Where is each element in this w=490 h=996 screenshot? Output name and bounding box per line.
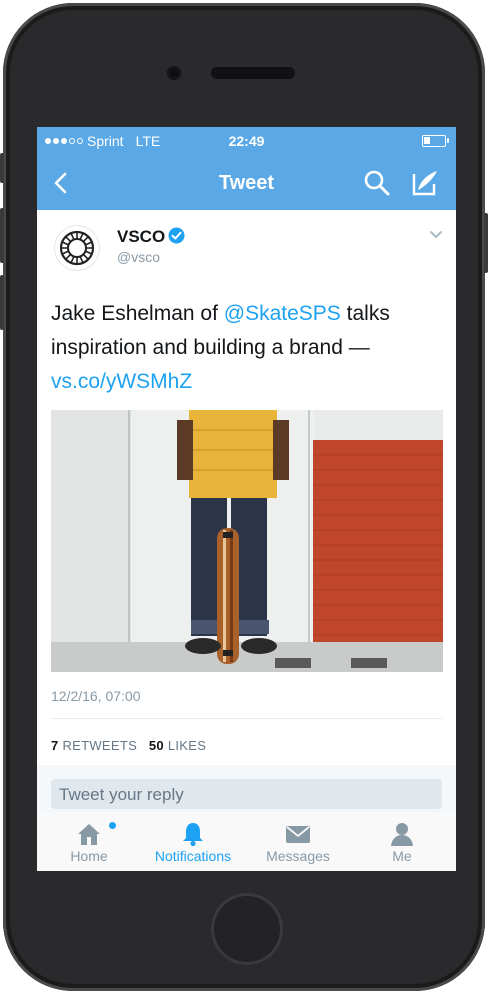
tab-label: Me — [392, 848, 412, 864]
tweet-text: Jake Eshelman of @SkateSPS talks inspira… — [51, 297, 446, 399]
power-button — [484, 213, 488, 273]
status-bar: Sprint LTE 22:49 — [37, 127, 456, 156]
front-camera — [167, 66, 181, 80]
tab-bar: Home Notifications Messages Me — [37, 813, 456, 871]
retweets-label: RETWEETS — [62, 738, 138, 753]
mention-link[interactable]: @SkateSPS — [224, 302, 341, 325]
tab-notifications[interactable]: Notifications — [141, 813, 245, 871]
chevron-down-icon[interactable] — [429, 230, 443, 240]
tab-label: Notifications — [154, 848, 232, 864]
reply-bar: Tweet your reply — [37, 765, 456, 813]
nav-bar: Tweet — [37, 156, 456, 210]
hardware-home-button[interactable] — [211, 893, 283, 965]
retweets-count: 7 — [51, 738, 59, 753]
envelope-icon — [286, 826, 310, 843]
tweet-text-part: Jake Eshelman of — [51, 302, 224, 325]
vsco-avatar[interactable] — [55, 226, 99, 270]
tweet-photo[interactable] — [51, 410, 443, 672]
mute-switch — [0, 153, 4, 183]
search-icon[interactable] — [363, 169, 391, 197]
status-time: 22:49 — [228, 133, 265, 149]
earpiece-speaker — [211, 67, 295, 79]
retweets-stat[interactable]: 7 RETWEETS — [51, 738, 137, 753]
url-link[interactable]: vs.co/yWSMhZ — [51, 370, 192, 393]
author-name[interactable]: VSCO — [117, 227, 165, 247]
screen: Sprint LTE 22:49 Tweet VSCO @vsco Jake E… — [37, 127, 456, 871]
volume-up-button — [0, 208, 4, 263]
volume-down-button — [0, 275, 4, 330]
page-title: Tweet — [218, 172, 275, 194]
tab-messages[interactable]: Messages — [246, 813, 350, 871]
compose-icon[interactable] — [410, 168, 440, 198]
reply-input[interactable]: Tweet your reply — [51, 779, 442, 809]
person-icon — [391, 823, 413, 846]
likes-count: 50 — [148, 738, 164, 753]
tweet-timestamp: 12/2/16, 07:00 — [51, 688, 141, 704]
divider — [51, 718, 443, 719]
likes-stat[interactable]: 50 LIKES — [149, 738, 206, 753]
verified-badge-icon — [168, 227, 185, 244]
tab-me[interactable]: Me — [350, 813, 454, 871]
battery-icon — [422, 135, 449, 147]
tweet-stats: 7 RETWEETS 50 LIKES — [51, 738, 206, 753]
tab-home[interactable]: Home — [37, 813, 141, 871]
new-content-dot — [109, 822, 116, 829]
tab-label: Home — [70, 848, 108, 864]
bell-icon — [183, 823, 203, 847]
likes-label: LIKES — [167, 738, 207, 753]
tab-label: Messages — [266, 848, 330, 864]
home-icon — [78, 824, 100, 845]
author-handle[interactable]: @vsco — [117, 249, 160, 265]
